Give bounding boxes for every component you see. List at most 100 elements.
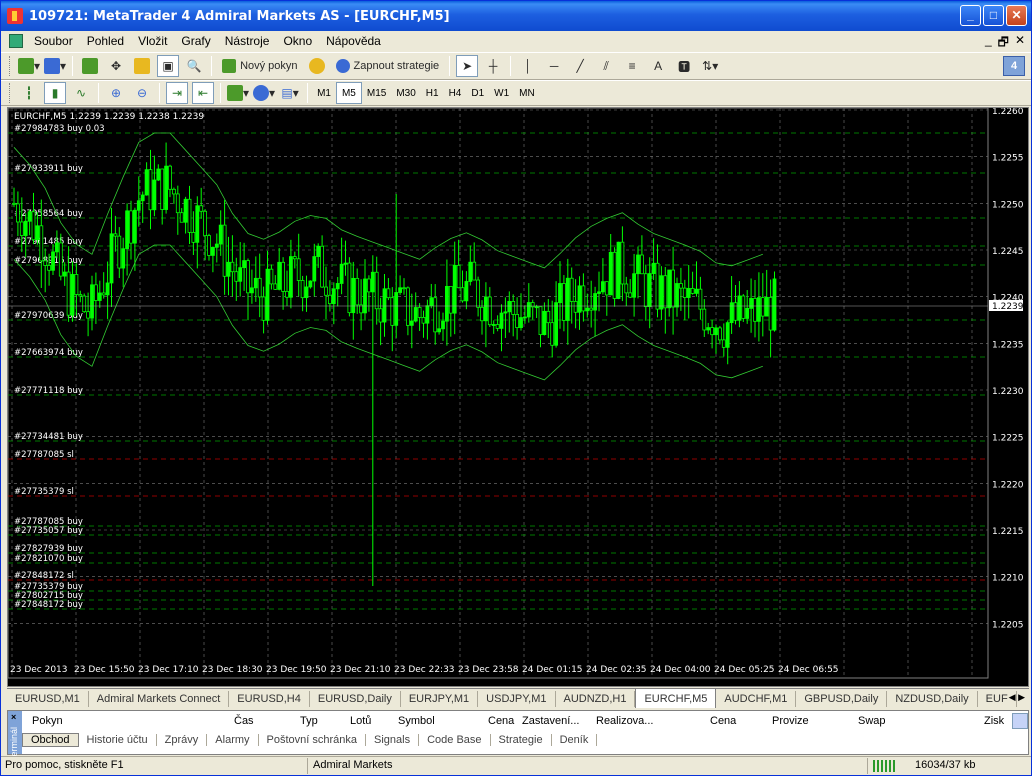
terminal-tab-mailbox[interactable]: Poštovní schránka xyxy=(259,734,367,746)
chart-tab[interactable]: AUDNZD,H1 xyxy=(556,690,636,707)
title-bar[interactable]: 109721: MetaTrader 4 Admiral Markets AS … xyxy=(1,1,1031,31)
terminal-scroll-button[interactable] xyxy=(1012,713,1028,729)
terminal-close-icon[interactable]: × xyxy=(11,712,16,722)
timeframe-mn[interactable]: MN xyxy=(514,82,540,104)
timeframe-m5[interactable]: M5 xyxy=(335,82,362,104)
chart-tab[interactable]: GBPUSD,Daily xyxy=(796,690,888,707)
terminal-tab-signals[interactable]: Signals xyxy=(366,734,420,746)
timeframe-d1[interactable]: D1 xyxy=(466,82,489,104)
news-counter-button[interactable]: 4 xyxy=(1003,56,1025,76)
col-swap[interactable]: Swap xyxy=(858,715,886,727)
price-tick-label: 1.2245 xyxy=(992,247,1024,257)
timeframe-h1[interactable]: H1 xyxy=(421,82,444,104)
crosshair-tool-button[interactable]: ┼ xyxy=(482,55,504,77)
menu-vlozit[interactable]: Vložit xyxy=(131,34,174,48)
chart-tab[interactable]: EURJPY,M1 xyxy=(401,690,479,707)
chart-tab[interactable]: EURUSD,Daily xyxy=(310,690,401,707)
terminal-tab-alarmy[interactable]: Alarmy xyxy=(207,734,259,746)
menu-napoveda[interactable]: Nápověda xyxy=(319,34,388,48)
connection-status-icon[interactable] xyxy=(873,760,895,772)
timeframe-m15[interactable]: M15 xyxy=(362,82,391,104)
new-chart-button[interactable]: ▾ xyxy=(18,55,40,77)
candle-body xyxy=(66,271,71,316)
candle-body xyxy=(366,278,371,293)
chart-tab[interactable]: Admiral Markets Connect xyxy=(89,690,230,707)
auto-trading-button[interactable]: Zapnout strategie xyxy=(332,55,444,77)
col-lotu[interactable]: Lotů xyxy=(350,715,371,727)
terminal-tab-historie[interactable]: Historie účtu xyxy=(79,734,157,746)
close-button[interactable]: ✕ xyxy=(1006,5,1027,26)
tab-scroll-arrows-icon[interactable]: ◀ ▶ xyxy=(1009,692,1025,703)
periods-button[interactable]: ▾ xyxy=(253,82,275,104)
metaeditor-button[interactable] xyxy=(306,55,328,77)
price-chart[interactable]: 1.2260 1.2255 1.2250 1.2245 1.2240 1.2235 1.22… xyxy=(7,107,1029,687)
candle-body xyxy=(753,298,757,322)
col-cas[interactable]: Čas xyxy=(234,715,254,727)
col-realizovat[interactable]: Realizova... xyxy=(596,715,653,727)
timeframe-h4[interactable]: H4 xyxy=(444,82,467,104)
menu-grafy[interactable]: Grafy xyxy=(174,34,217,48)
horizontal-line-button[interactable]: ─ xyxy=(543,55,565,77)
timeframe-m30[interactable]: M30 xyxy=(391,82,420,104)
auto-scroll-button[interactable]: ⇥ xyxy=(166,82,188,104)
timeframe-w1[interactable]: W1 xyxy=(489,82,514,104)
col-provize[interactable]: Provize xyxy=(772,715,809,727)
chart-tab-active[interactable]: EURCHF,M5 xyxy=(635,689,717,708)
menu-nastroje[interactable]: Nástroje xyxy=(218,34,277,48)
chart-tab[interactable]: AUDCHF,M1 xyxy=(716,690,797,707)
col-pokyn[interactable]: Pokyn xyxy=(32,715,63,727)
timeframe-m1[interactable]: M1 xyxy=(312,82,336,104)
minimize-button[interactable]: _ xyxy=(960,5,981,26)
chart-tab[interactable]: EURUSD,M1 xyxy=(7,690,89,707)
vertical-line-button[interactable]: │ xyxy=(517,55,539,77)
terminal-tab-zpravy[interactable]: Zprávy xyxy=(157,734,208,746)
col-cena[interactable]: Cena xyxy=(488,715,514,727)
col-zisk[interactable]: Zisk xyxy=(984,715,1004,727)
templates-button[interactable]: ▤ ▾ xyxy=(279,82,301,104)
terminal-tab-strategie[interactable]: Strategie xyxy=(491,734,552,746)
profiles-button[interactable]: ▾ xyxy=(44,55,66,77)
new-order-button[interactable]: Nový pokyn xyxy=(218,55,301,77)
trendline-button[interactable]: ╱ xyxy=(569,55,591,77)
text-label-button[interactable]: 🆃 xyxy=(673,55,695,77)
col-symbol[interactable]: Symbol xyxy=(398,715,435,727)
strategy-tester-button[interactable]: 🔍 xyxy=(183,55,205,77)
chart-tab[interactable]: EURUSD,H4 xyxy=(229,690,310,707)
bar-chart-button[interactable]: ┇ xyxy=(18,82,40,104)
line-chart-button[interactable]: ∿ xyxy=(70,82,92,104)
text-tool-button[interactable]: A xyxy=(647,55,669,77)
chart-tab[interactable]: NZDUSD,Daily xyxy=(887,690,978,707)
fibonacci-button[interactable]: ≡ xyxy=(621,55,643,77)
maximize-button[interactable]: □ xyxy=(983,5,1004,26)
terminal-tab-obchod[interactable]: Obchod xyxy=(22,733,79,747)
data-window-button[interactable]: ✥ xyxy=(105,55,127,77)
zoom-in-button[interactable]: ⊕ xyxy=(105,82,127,104)
mdi-close-button[interactable]: ✕ xyxy=(1015,33,1025,54)
market-watch-button[interactable] xyxy=(79,55,101,77)
zoom-out-button[interactable]: ⊖ xyxy=(131,82,153,104)
terminal-button[interactable]: ▣ xyxy=(157,55,180,77)
chart-window-icon[interactable] xyxy=(9,34,23,48)
arrows-button[interactable]: ⇅ ▾ xyxy=(699,55,721,77)
mdi-restore-button[interactable]: 🗗 xyxy=(998,33,1009,54)
col-cena-current[interactable]: Cena xyxy=(710,715,736,727)
menu-okno[interactable]: Okno xyxy=(276,34,319,48)
time-tick-label: 23 Dec 19:50 xyxy=(266,665,327,675)
mdi-minimize-button[interactable]: _ xyxy=(985,33,992,54)
chart-shift-button[interactable]: ⇤ xyxy=(192,82,214,104)
navigator-button[interactable] xyxy=(131,55,153,77)
menu-soubor[interactable]: Soubor xyxy=(27,34,80,48)
chart-canvas[interactable]: 1.22601.22551.22501.22451.22401.22351.22… xyxy=(8,108,1028,686)
col-zastaveni[interactable]: Zastavení... xyxy=(522,715,579,727)
col-typ[interactable]: Typ xyxy=(300,715,318,727)
candlestick-button[interactable]: ▮ xyxy=(44,82,66,104)
terminal-tab-denik[interactable]: Deník xyxy=(552,734,598,746)
equidistant-channel-button[interactable]: ⫽ xyxy=(595,55,617,77)
indicators-button[interactable]: ▾ xyxy=(227,82,249,104)
cursor-tool-button[interactable]: ➤ xyxy=(456,55,479,77)
toolbar-grip[interactable] xyxy=(9,56,12,76)
terminal-tab-codebase[interactable]: Code Base xyxy=(419,734,491,746)
toolbar-grip[interactable] xyxy=(9,83,12,103)
menu-pohled[interactable]: Pohled xyxy=(80,34,131,48)
chart-tab[interactable]: USDJPY,M1 xyxy=(478,690,556,707)
